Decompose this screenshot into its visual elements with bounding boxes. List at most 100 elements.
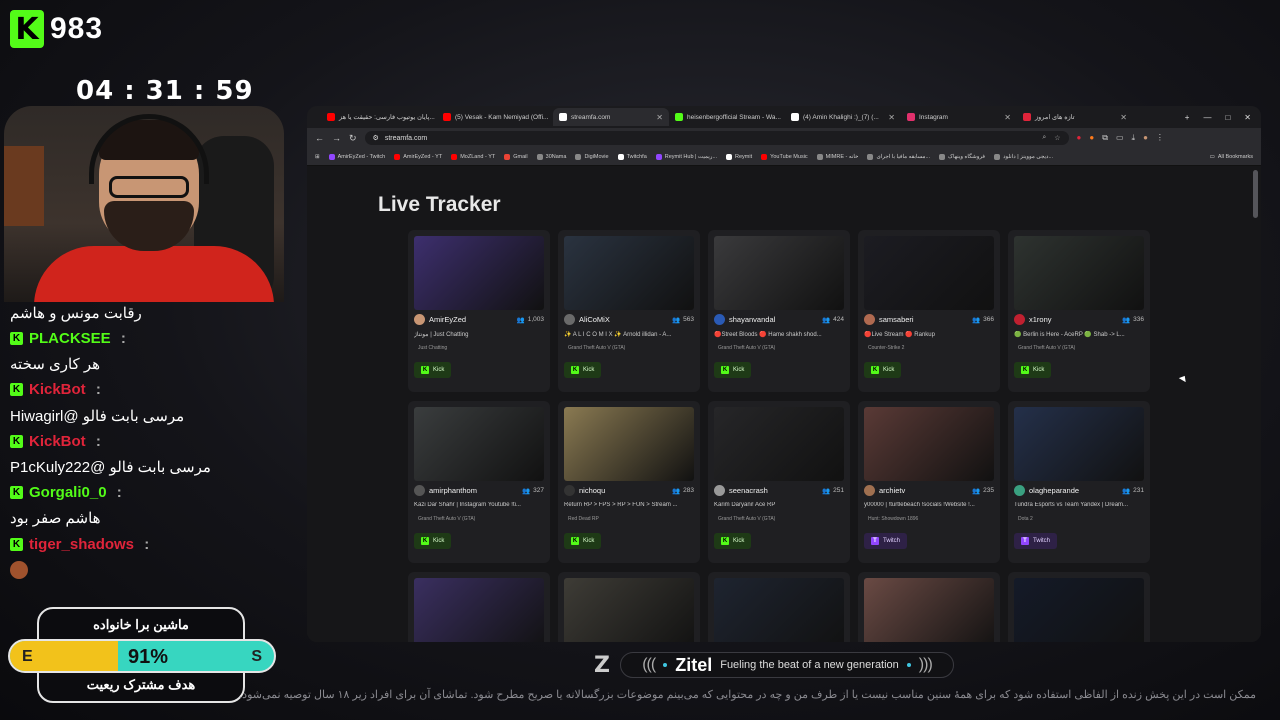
stream-card[interactable]: nichoqu 👥 283 Return RP > FPS > RP > FUN > … — [558, 401, 700, 563]
stream-card[interactable]: AmirEyZed 👥 1,003 مونتاژ | Just Chatting Jus… — [408, 230, 550, 392]
platform-badge[interactable]: T Twitch — [864, 533, 908, 549]
stream-card[interactable]: AliCoMiX 👥 563 ✨ A L I C O M I X ✨ Arnold i… — [558, 230, 700, 392]
stream-card[interactable] — [1008, 572, 1150, 642]
bookmark-item[interactable]: Twitchfa — [617, 153, 647, 160]
search-icon[interactable]: ⌕ — [1042, 134, 1046, 142]
extension-icon[interactable]: ● — [1089, 133, 1094, 143]
streamer-name[interactable]: nichoqu — [579, 486, 605, 495]
platform-badge[interactable]: K Kick — [714, 533, 752, 549]
chat-username[interactable]: K KickBot : — [10, 381, 101, 398]
new-tab-button[interactable]: + — [1185, 113, 1190, 122]
streamer-name[interactable]: archietv — [879, 486, 905, 495]
minimize-icon[interactable]: — — [1203, 113, 1211, 122]
stream-thumbnail[interactable] — [1014, 578, 1144, 642]
chat-username[interactable]: K Gorgali0_0 : — [10, 484, 122, 501]
bookmark-item[interactable]: AmirEyZed - YT — [394, 153, 442, 160]
stream-card[interactable]: shayanvandal 👥 424 🔴Street Bloods 🔴 Hame sh… — [708, 230, 850, 392]
bookmark-item[interactable]: مسابقه مافیا با اجرای... — [867, 153, 930, 160]
bookmark-item[interactable]: Reymit — [726, 153, 752, 160]
platform-badge[interactable]: K Kick — [864, 362, 902, 378]
streamer-name[interactable]: olagheparande — [1029, 486, 1079, 495]
platform-badge[interactable]: K Kick — [714, 362, 752, 378]
stream-card[interactable]: olagheparande 👥 231 Tundra Esports vs Team … — [1008, 401, 1150, 563]
maximize-icon[interactable]: □ — [1225, 113, 1230, 122]
chat-username[interactable]: Ktiger_shadows : — [10, 536, 149, 553]
chat-username[interactable]: K KickBot : — [10, 433, 101, 450]
sidepanel-icon[interactable]: ▭ — [1116, 133, 1124, 143]
stream-card[interactable]: archietv 👥 235 y00000 | !turtlebeach !socia… — [858, 401, 1000, 563]
bookmark-item[interactable]: 30Nama — [536, 153, 566, 160]
stream-thumbnail[interactable] — [864, 578, 994, 642]
streamer-avatar[interactable] — [564, 485, 575, 496]
tab-close-icon[interactable]: ✕ — [656, 113, 663, 122]
reload-icon[interactable]: ↻ — [349, 133, 357, 144]
stream-thumbnail[interactable] — [414, 578, 544, 642]
browser-tab[interactable]: Instagram ✕ — [901, 108, 1017, 126]
stream-card[interactable]: samsaberi 👥 366 🔴Live Stream 🔴 Rankup Counte… — [858, 230, 1000, 392]
tab-close-icon[interactable]: ✕ — [888, 113, 895, 122]
star-icon[interactable]: ☆ — [1054, 134, 1060, 142]
browser-tab[interactable]: تازه های امروز ✕ — [1017, 108, 1133, 126]
stream-thumbnail[interactable] — [414, 407, 544, 481]
streamer-name[interactable]: shayanvandal — [729, 315, 775, 324]
puzzle-icon[interactable]: ⧉ — [1102, 133, 1108, 143]
site-info-icon[interactable]: ⚙ — [373, 134, 379, 142]
streamer-avatar[interactable] — [714, 314, 725, 325]
bookmark-item[interactable]: دیجی مووینز | دانلود... — [994, 153, 1053, 160]
bookmark-item[interactable]: YouTube Music — [761, 153, 808, 160]
platform-badge[interactable]: K Kick — [414, 533, 452, 549]
streamer-avatar[interactable] — [1014, 314, 1025, 325]
stream-thumbnail[interactable] — [864, 407, 994, 481]
stream-thumbnail[interactable] — [564, 236, 694, 310]
back-icon[interactable]: ← — [315, 133, 324, 143]
tab-close-icon[interactable]: ✕ — [1120, 113, 1127, 122]
browser-tab[interactable]: streamfa.com ✕ — [553, 108, 669, 126]
scrollbar[interactable] — [1253, 170, 1258, 218]
stream-card[interactable]: seenacrash 👥 251 Karim Daryani! Ace RP Grand… — [708, 401, 850, 563]
streamer-name[interactable]: samsaberi — [879, 315, 914, 324]
streamer-avatar[interactable] — [864, 314, 875, 325]
streamer-avatar[interactable] — [414, 314, 425, 325]
platform-badge[interactable]: K Kick — [414, 362, 452, 378]
apps-icon[interactable]: ⊞ — [315, 154, 320, 160]
stream-thumbnail[interactable] — [564, 578, 694, 642]
bookmark-item[interactable]: DigiMovie — [575, 153, 609, 160]
stream-thumbnail[interactable] — [714, 578, 844, 642]
stream-thumbnail[interactable] — [564, 407, 694, 481]
forward-icon[interactable]: → — [332, 133, 341, 143]
stream-card[interactable] — [408, 572, 550, 642]
browser-tab[interactable]: پایان یوتیوب فارسی: حقیقت یا هز...✕ — [321, 108, 437, 126]
download-icon[interactable]: ⤓ — [1132, 133, 1136, 143]
streamer-avatar[interactable] — [414, 485, 425, 496]
stream-card[interactable]: x1rony 👥 336 🟢 Berlin is Here - AceRP 🟢 Sha… — [1008, 230, 1150, 392]
browser-tab[interactable]: (5) Vesak - Kam Nemiyad (Offi...✕ — [437, 108, 553, 126]
browser-tab[interactable]: (4) Amin Khalighi :)_(7) (... ✕ — [785, 108, 901, 126]
browser-tab[interactable]: heisenbergofficial Stream - Wa...✕ — [669, 108, 785, 126]
streamer-avatar[interactable] — [1014, 485, 1025, 496]
stream-thumbnail[interactable] — [864, 236, 994, 310]
stream-card[interactable] — [858, 572, 1000, 642]
streamer-name[interactable]: seenacrash — [729, 486, 768, 495]
platform-badge[interactable]: K Kick — [564, 362, 602, 378]
streamer-avatar[interactable] — [714, 485, 725, 496]
streamer-name[interactable]: AliCoMiX — [579, 315, 610, 324]
stream-thumbnail[interactable] — [414, 236, 544, 310]
bookmark-item[interactable]: Gmail — [504, 153, 528, 160]
streamer-name[interactable]: x1rony — [1029, 315, 1052, 324]
stream-thumbnail[interactable] — [1014, 407, 1144, 481]
close-icon[interactable]: ✕ — [1244, 113, 1251, 122]
bookmark-item[interactable]: MoZLand - YT — [451, 153, 495, 160]
stream-card[interactable]: amirphanthom 👥 327 Kazi Dar Shahr | Instagr… — [408, 401, 550, 563]
bookmark-item[interactable]: AmirEyZed - Twitch — [328, 153, 385, 160]
chat-username[interactable]: K PLACKSEE : — [10, 330, 126, 347]
streamer-name[interactable]: AmirEyZed — [429, 315, 466, 324]
bookmark-item[interactable]: Reymit Hub | ریمیت... — [655, 153, 717, 160]
stream-card[interactable] — [708, 572, 850, 642]
stream-thumbnail[interactable] — [1014, 236, 1144, 310]
streamer-name[interactable]: amirphanthom — [429, 486, 477, 495]
stream-card[interactable] — [558, 572, 700, 642]
address-bar[interactable]: ⚙ streamfa.com ⌕ ☆ — [364, 131, 1069, 145]
platform-badge[interactable]: K Kick — [564, 533, 602, 549]
streamer-avatar[interactable] — [864, 485, 875, 496]
platform-badge[interactable]: T Twitch — [1014, 533, 1058, 549]
